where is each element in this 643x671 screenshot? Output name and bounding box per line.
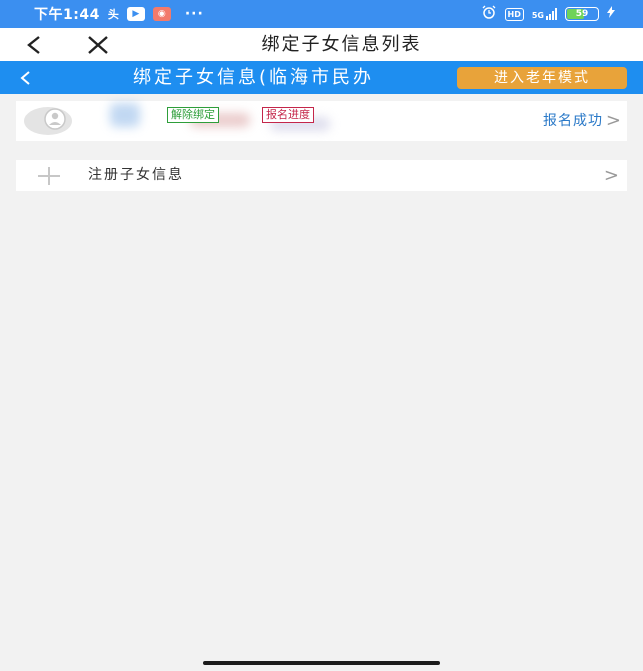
header-back-button[interactable] [18,61,46,94]
header-title: 绑定子女信息(临海市民办 [133,67,375,88]
blurred-child-name [80,103,360,139]
unbind-button[interactable]: 解除绑定 [167,107,219,123]
plus-icon [34,165,64,187]
app-header: 绑定子女信息(临海市民办 进入老年模式 [0,61,643,94]
status-right: HD 5G 59 [481,5,615,23]
chevron-right-icon: > [605,110,621,131]
play-icon: ▶ [126,7,145,21]
avatar [22,105,74,137]
close-button[interactable] [80,28,116,61]
chevron-left-icon [20,70,30,85]
app-icon: ◉ [152,7,171,21]
enrollment-status: 报名成功 [543,113,603,129]
charging-icon [607,6,615,22]
home-indicator[interactable] [203,661,440,665]
user-avatar-icon [24,107,72,135]
network-label: 5G [531,11,544,20]
alarm-icon [481,5,497,23]
elder-mode-button[interactable]: 进入老年模式 [457,67,627,89]
hd-badge: HD [504,7,524,21]
back-arrow-icon [27,35,40,54]
child-info-card[interactable]: 解除绑定 报名进度 报名成功 > [16,101,627,141]
signal-bars [546,8,557,20]
chevron-right-icon: > [603,165,619,186]
status-left: 下午1:44 头 ▶ ◉ ··· [34,4,204,24]
status-time: 下午1:44 [34,7,100,23]
battery-icon: 59 [565,7,599,21]
register-child-row[interactable]: 注册子女信息 > [16,160,627,191]
register-child-label: 注册子女信息 [88,167,184,183]
toutiao-icon: 头 [107,8,119,21]
close-icon [88,35,108,54]
more-notifications-icon: ··· [184,6,204,22]
enrollment-progress-button[interactable]: 报名进度 [262,107,314,123]
status-bar: 下午1:44 头 ▶ ◉ ··· HD 5G 59 [0,0,643,28]
signal-icon: 5G [532,8,557,20]
battery-level: 59 [575,9,589,19]
top-nav-bar: 绑定子女信息列表 [0,28,643,61]
back-button[interactable] [16,28,52,61]
